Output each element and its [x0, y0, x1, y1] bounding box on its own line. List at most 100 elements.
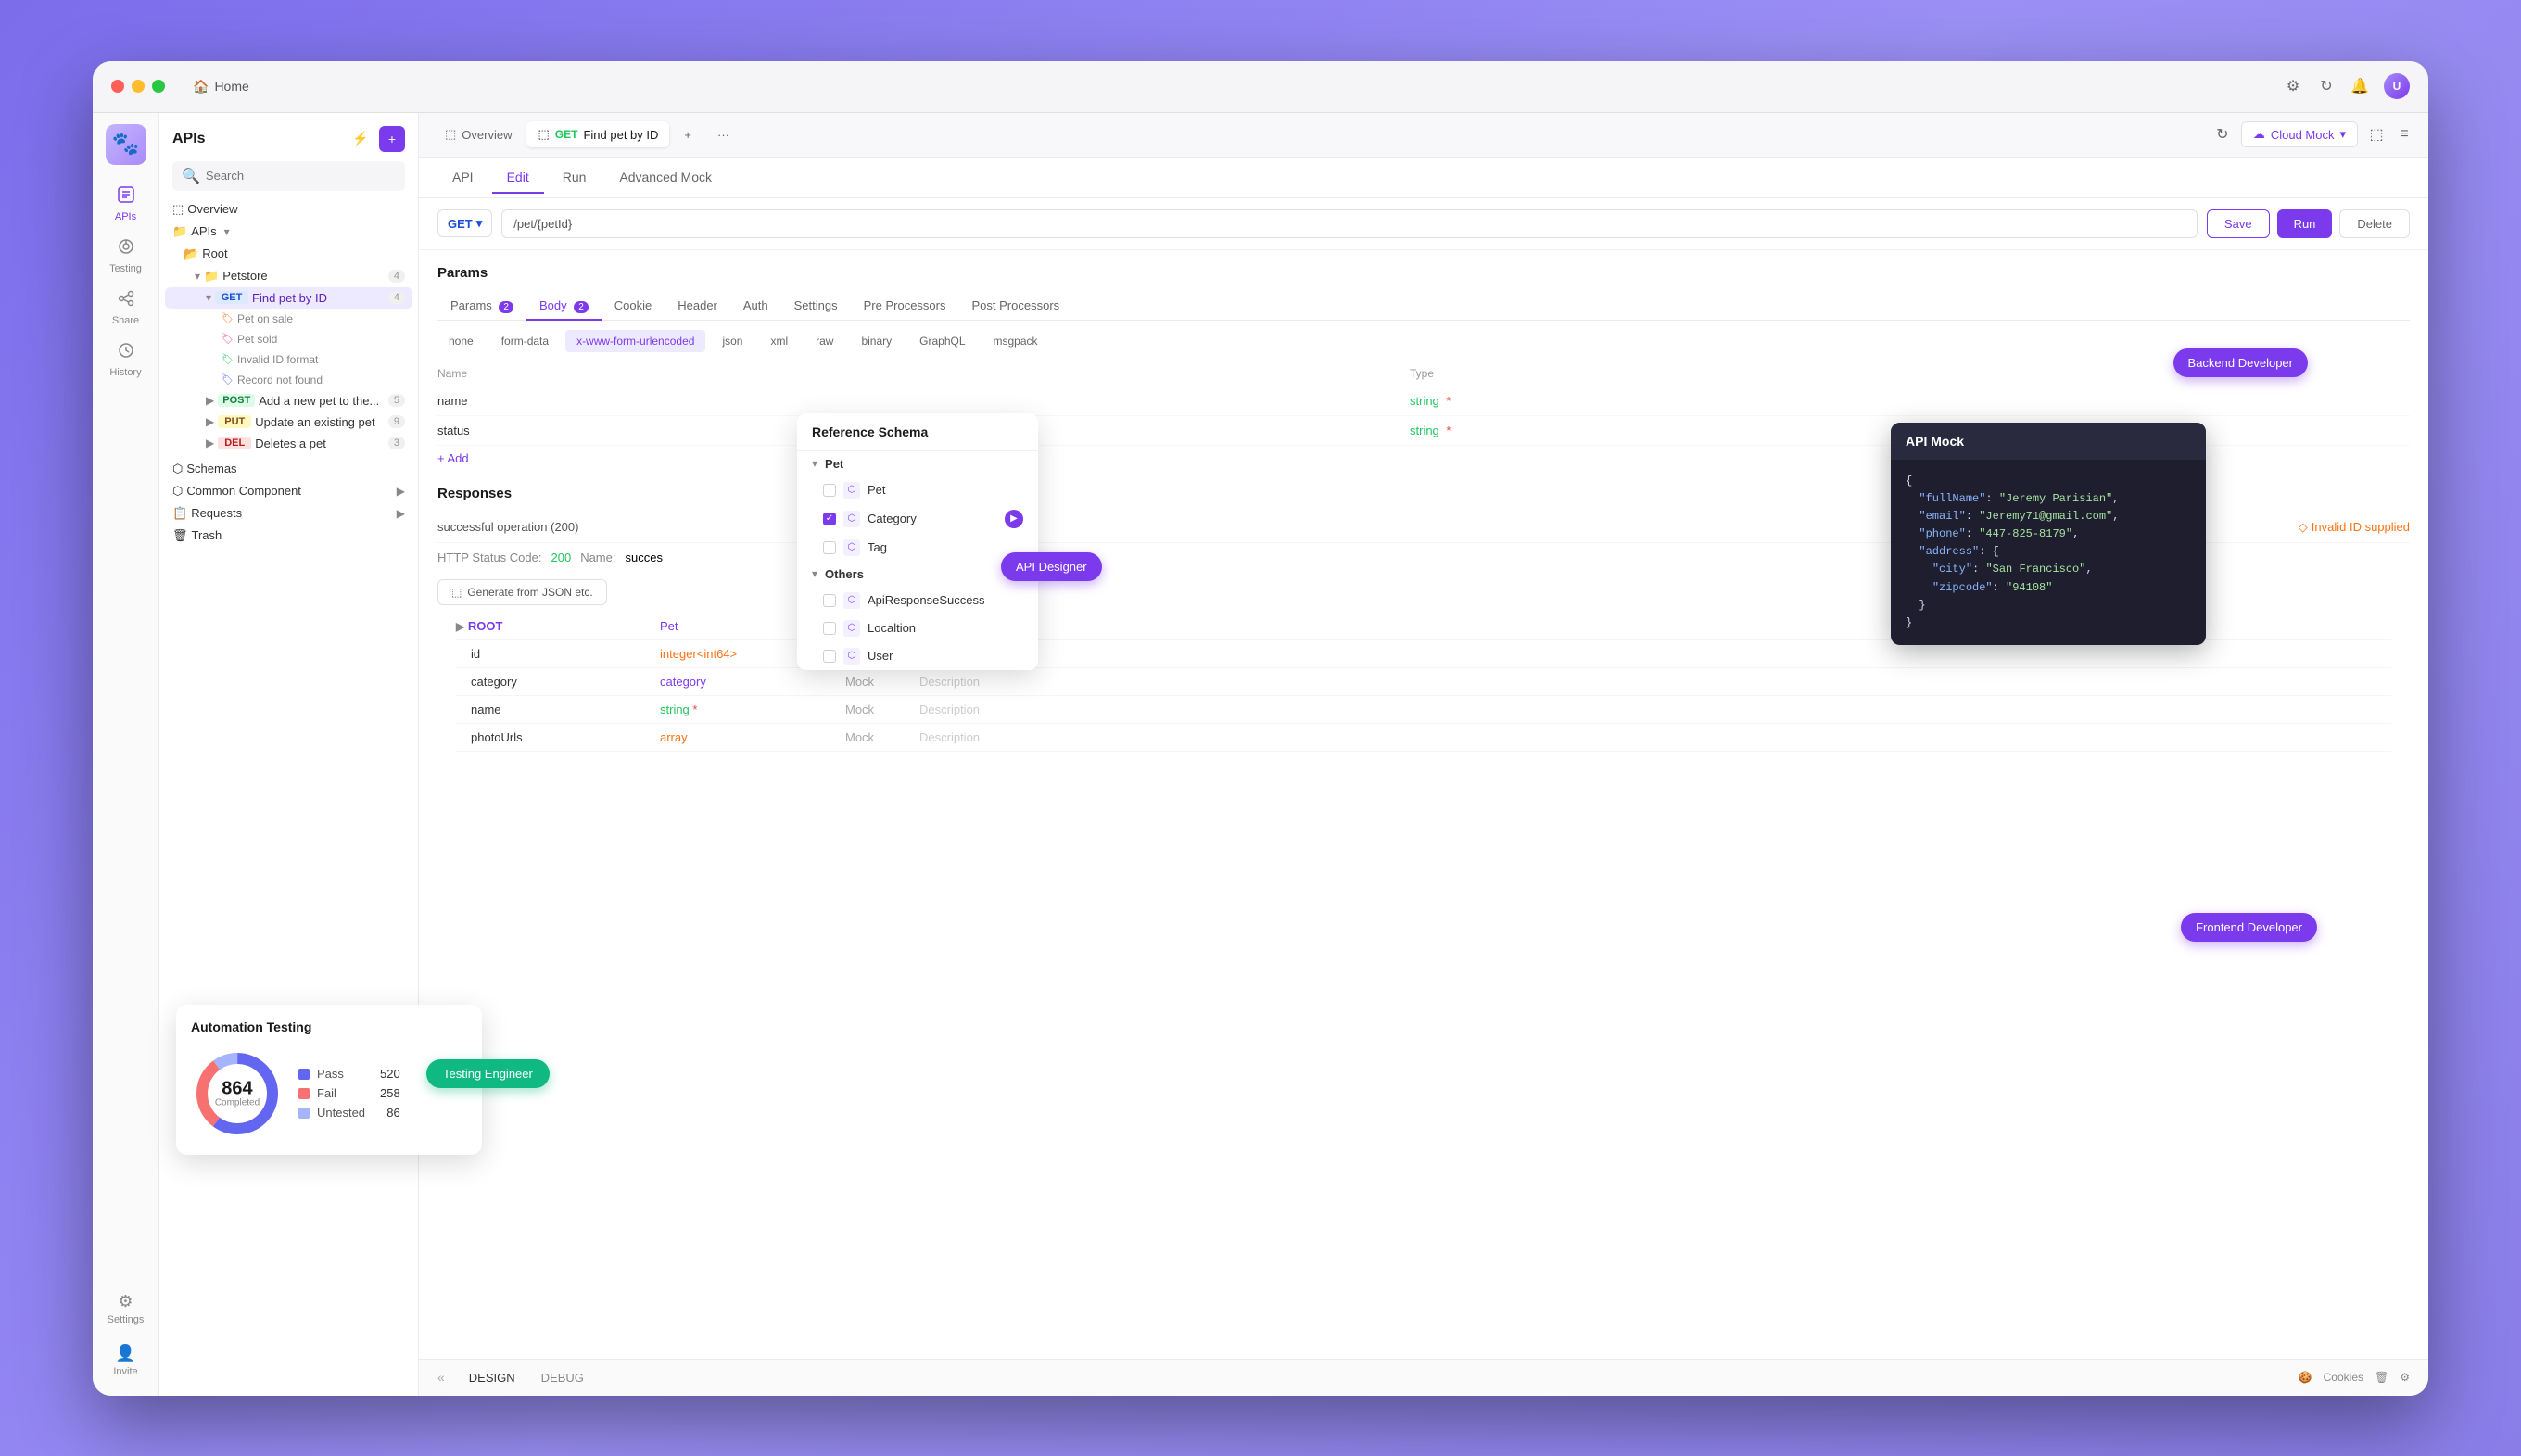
home-nav[interactable]: 🏠 Home [193, 79, 249, 95]
overview-icon: ⬚ [172, 202, 184, 217]
sidebar-item-apis[interactable]: APIs [100, 180, 152, 228]
sub-tab-advanced-mock[interactable]: Advanced Mock [604, 162, 727, 194]
method-selector[interactable]: GET ▾ [437, 209, 492, 237]
tree-item-put-update-pet[interactable]: ▶ PUT Update an existing pet 9 [165, 411, 412, 433]
param-tab-pre-processors[interactable]: Pre Processors [851, 292, 959, 321]
url-input[interactable] [501, 209, 2198, 238]
tree-item-invalid-id[interactable]: 🏷 Invalid ID format [165, 349, 412, 370]
param-tab-body[interactable]: Body 2 [526, 292, 602, 321]
sidebar-item-history[interactable]: History [100, 336, 152, 384]
user-avatar[interactable]: U [2384, 73, 2410, 99]
body-type-graphql[interactable]: GraphQL [908, 330, 976, 352]
tree-item-del-pet[interactable]: ▶ DEL Deletes a pet 3 [165, 433, 412, 454]
cloud-mock-button[interactable]: ☁ Cloud Mock ▾ [2241, 121, 2358, 147]
param-tab-auth[interactable]: Auth [730, 292, 781, 321]
tab-overview[interactable]: ⬚ Overview [434, 121, 523, 147]
ref-checkbox-location[interactable] [823, 622, 836, 635]
ref-checkbox-category[interactable]: ✓ [823, 513, 836, 525]
sidebar-item-invite[interactable]: 👤 Invite [100, 1336, 152, 1385]
chevron-right-icon: ▶ [1005, 510, 1023, 528]
ref-item-location[interactable]: ⬡ Localtion [797, 614, 1038, 642]
bell-icon[interactable]: 🔔 [2350, 77, 2369, 95]
body-type-json[interactable]: json [711, 330, 754, 352]
body-type-urlencoded[interactable]: x-www-form-urlencoded [565, 330, 705, 352]
save-button[interactable]: Save [2207, 209, 2270, 238]
run-button[interactable]: Run [2277, 209, 2333, 238]
tree-item-root[interactable]: 📂 Root [165, 243, 412, 265]
ref-item-category[interactable]: ✓ ⬡ Category ▶ [797, 504, 1038, 534]
tree-item-petstore[interactable]: ▾ 📁 Petstore 4 [165, 265, 412, 287]
trash-bottom-icon[interactable]: 🗑 [2375, 1371, 2388, 1384]
body-type-xml[interactable]: xml [759, 330, 799, 352]
body-type-binary[interactable]: binary [850, 330, 903, 352]
params-section: Params Params 2 Body 2 Cookie Header Aut… [419, 250, 2428, 321]
debug-tab[interactable]: DEBUG [528, 1365, 597, 1390]
tree-item-pet-on-sale[interactable]: 🏷 Pet on sale [165, 309, 412, 329]
tree-item-common-component[interactable]: ⬡ Common Component ▶ [165, 480, 412, 502]
pass-label: Pass [317, 1067, 373, 1081]
tree-item-requests[interactable]: 📋 Requests ▶ [165, 502, 412, 525]
tree-item-pet-sold[interactable]: 🏷 Pet sold [165, 329, 412, 349]
ref-item-user[interactable]: ⬡ User [797, 642, 1038, 670]
sub-tab-api[interactable]: API [437, 162, 488, 194]
untested-value: 86 [386, 1106, 399, 1120]
ref-checkbox-tag[interactable] [823, 541, 836, 554]
tree-item-overview[interactable]: ⬚ Overview [165, 198, 412, 221]
tab-find-pet[interactable]: ⬚ GET Find pet by ID [526, 121, 669, 147]
param-tab-cookie[interactable]: Cookie [602, 292, 665, 321]
design-tab[interactable]: DESIGN [456, 1365, 528, 1390]
generate-btn[interactable]: ⬚ Generate from JSON etc. [437, 579, 607, 605]
search-input[interactable] [206, 169, 396, 183]
fail-label: Fail [317, 1086, 373, 1100]
tab-add[interactable]: + [673, 122, 703, 147]
root-mock-photourls[interactable]: Mock [845, 730, 919, 744]
refresh-tab-icon[interactable]: ↻ [2213, 125, 2232, 144]
tree-item-post-add-pet[interactable]: ▶ POST Add a new pet to the... 5 [165, 390, 412, 411]
refresh-icon[interactable]: ↻ [2317, 77, 2336, 95]
tabs-actions: ↻ ☁ Cloud Mock ▾ ⬚ ≡ [2213, 121, 2413, 147]
tree-item-apis[interactable]: 📁 APIs ▾ [165, 221, 412, 243]
maximize-button[interactable] [152, 80, 165, 93]
tab-more[interactable]: ··· [706, 122, 741, 147]
field-type-name: string * [1410, 394, 2373, 408]
close-button[interactable] [111, 80, 124, 93]
ref-item-apiresponse[interactable]: ⬡ ApiResponseSuccess [797, 587, 1038, 614]
ref-item-tag[interactable]: ⬡ Tag [797, 534, 1038, 562]
param-tab-settings[interactable]: Settings [781, 292, 851, 321]
tree-item-trash[interactable]: 🗑 Trash [165, 525, 412, 547]
overview-tab-icon: ⬚ [445, 127, 456, 142]
root-mock-name[interactable]: Mock [845, 703, 919, 716]
api-mock-popup: API Mock { "fullName": "Jeremy Parisian"… [1891, 423, 2206, 646]
body-type-raw[interactable]: raw [804, 330, 844, 352]
prev-arrow[interactable]: « [437, 1370, 445, 1385]
sidebar-item-share[interactable]: Share [100, 284, 152, 332]
sidebar-item-testing[interactable]: Testing [100, 232, 152, 280]
tree-item-find-pet[interactable]: ▾ GET Find pet by ID 4 [165, 287, 412, 309]
sidebar-item-settings[interactable]: ⚙ Settings [100, 1285, 152, 1333]
body-type-none[interactable]: none [437, 330, 485, 352]
menu-icon[interactable]: ≡ [2395, 125, 2413, 144]
param-tab-params[interactable]: Params 2 [437, 292, 526, 321]
ref-checkbox-user[interactable] [823, 650, 836, 663]
root-mock-category[interactable]: Mock [845, 675, 919, 689]
generate-icon: ⬚ [451, 586, 462, 599]
body-type-form-data[interactable]: form-data [490, 330, 560, 352]
settings-bottom-icon[interactable]: ⚙ [2400, 1371, 2410, 1384]
sub-tab-edit[interactable]: Edit [492, 162, 544, 194]
sub-tabs: API Edit Run Advanced Mock [419, 158, 2428, 198]
add-api-button[interactable]: + [379, 126, 405, 152]
tree-item-record-not-found[interactable]: 🏷 Record not found [165, 370, 412, 390]
minimize-button[interactable] [132, 80, 145, 93]
body-type-msgpack[interactable]: msgpack [982, 330, 1049, 352]
ref-checkbox-pet[interactable] [823, 484, 836, 497]
ref-item-pet[interactable]: ⬡ Pet [797, 476, 1038, 504]
expand-icon[interactable]: ⬚ [2367, 125, 2386, 144]
param-tab-post-processors[interactable]: Post Processors [959, 292, 1073, 321]
param-tab-header[interactable]: Header [665, 292, 730, 321]
ref-checkbox-apiresponse[interactable] [823, 594, 836, 607]
sub-tab-run[interactable]: Run [548, 162, 602, 194]
settings-icon[interactable]: ⚙ [2284, 77, 2302, 95]
delete-button[interactable]: Delete [2339, 209, 2410, 238]
filter-button[interactable]: ⚡ [348, 126, 374, 152]
tree-item-schemas[interactable]: ⬡ Schemas [165, 458, 412, 480]
